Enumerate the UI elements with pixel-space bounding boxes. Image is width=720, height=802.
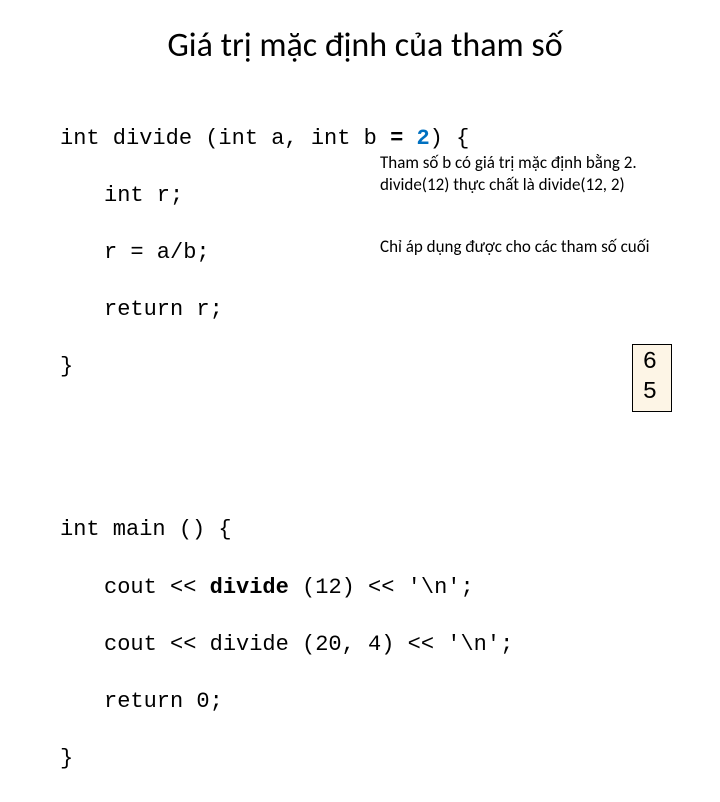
output-line: 6 <box>643 348 657 378</box>
code-text <box>403 126 416 151</box>
code-line: int main () { <box>60 516 670 545</box>
code-line: int divide (int a, int b = 2) { <box>60 125 670 154</box>
function-call-bold: divide <box>210 575 289 600</box>
code-text: ) { <box>430 126 470 151</box>
output-box: 6 5 <box>632 344 672 412</box>
note-text: divide(12) thực chất là divide(12, 2) <box>380 174 690 196</box>
code-line: cout << divide (20, 4) << '\n'; <box>60 631 670 660</box>
output-line: 5 <box>643 378 657 408</box>
default-value: 2 <box>416 126 429 151</box>
code-line: return 0; <box>60 688 670 717</box>
code-text: (12) << '\n'; <box>289 575 474 600</box>
code-line: } <box>60 745 670 774</box>
code-text: cout << <box>104 575 210 600</box>
annotation-note-1: Tham số b có giá trị mặc định bằng 2. di… <box>380 152 690 196</box>
code-line: cout << divide (12) << '\n'; <box>60 574 670 603</box>
note-text: Tham số b có giá trị mặc định bằng 2. <box>380 152 690 174</box>
annotation-note-2: Chỉ áp dụng được cho các tham số cuối <box>380 236 690 258</box>
code-line: return r; <box>60 296 670 325</box>
code-block-main: int main () { cout << divide (12) << '\n… <box>60 488 670 802</box>
slide-title: Giá trị mặc định của tham số <box>60 25 670 66</box>
equals-sign: = <box>390 126 403 151</box>
code-block-divide: int divide (int a, int b = 2) { int r; r… <box>60 96 670 468</box>
code-text: int divide (int a, int b <box>60 126 390 151</box>
code-line: } <box>60 353 670 382</box>
